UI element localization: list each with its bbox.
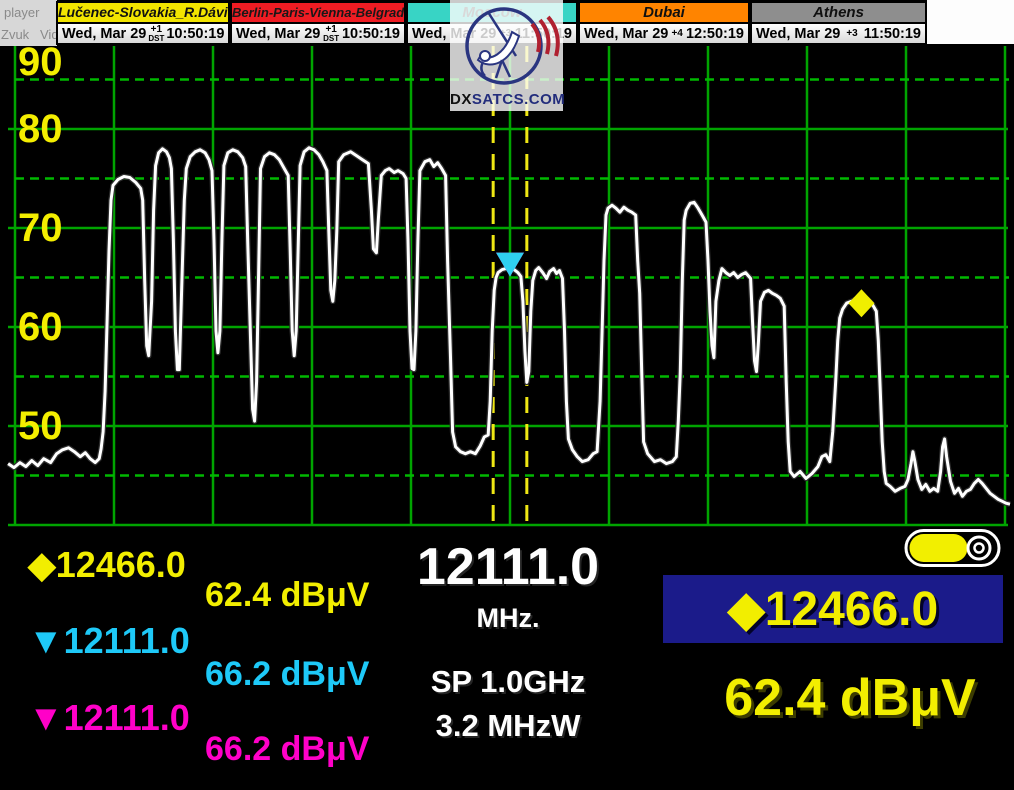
meter-screen: 90 80 70 60 50 player Zvuk Vid Lučenec-Slova… xyxy=(0,0,1014,790)
center-frequency-block: 12111.0 MHz. SP 1.0GHz 3.2 MHzW xyxy=(400,540,616,744)
clock-city: Dubai xyxy=(580,3,748,24)
clock-utc-offset: +4 xyxy=(671,29,682,39)
span-setting: SP 1.0GHz xyxy=(400,664,616,700)
clock-date: Wed, Mar 29 xyxy=(236,26,320,42)
clock-panel-berlin: Berlin-Paris-Vienna-Belgrade Wed, Mar 29… xyxy=(230,1,406,45)
clock-utc-offset: +1DST xyxy=(148,25,164,43)
battery-icon xyxy=(903,527,1003,569)
clock-panel-athens: Athens Wed, Mar 29 +3 11:50:19 xyxy=(750,1,927,45)
triangle-marker-icon: ▼ xyxy=(28,620,64,661)
triangle-marker-icon: ▼ xyxy=(28,697,64,738)
clock-city: Athens xyxy=(752,3,925,24)
diamond-marker-icon xyxy=(848,289,874,317)
clock-utc-offset: +3 xyxy=(846,29,857,39)
bandwidth-setting: 3.2 MHzW xyxy=(400,708,616,744)
active-marker-level: 62.4 dBμV xyxy=(680,668,1014,728)
frequency-unit: MHz. xyxy=(400,603,616,634)
clock-utc-offset: +1DST xyxy=(323,25,339,43)
marker2-level-readout: 66.2 dBμV xyxy=(205,655,369,694)
marker3-freq-readout: ▼12111.0 xyxy=(28,697,190,739)
clock-panel-dubai: Dubai Wed, Mar 29 +4 12:50:19 xyxy=(578,1,750,45)
active-marker-freq: ◆12466.0 xyxy=(728,581,938,637)
y-axis-label: 90 xyxy=(18,40,63,84)
y-axis-label: 80 xyxy=(18,107,63,151)
marker1-level-readout: 62.4 dBμV xyxy=(205,576,369,615)
active-marker-box: ◆12466.0 xyxy=(663,575,1003,643)
diamond-marker-icon: ◆ xyxy=(728,583,765,636)
marker2-freq-readout: ▼12111.0 xyxy=(28,620,190,662)
y-axis-label: 60 xyxy=(18,305,63,349)
clock-time: 10:50:19 xyxy=(166,26,224,42)
clock-city: Berlin-Paris-Vienna-Belgrade xyxy=(232,3,404,24)
clock-date: Wed, Mar 29 xyxy=(62,26,146,42)
y-axis-label: 50 xyxy=(18,404,63,448)
satellite-dish-icon xyxy=(450,0,563,90)
clock-panel-lucenec: Lučenec-Slovakia_R.Dávid Wed, Mar 29 +1D… xyxy=(56,1,230,45)
clock-time: 11:50:19 xyxy=(864,26,921,42)
marker3-level-readout: 66.2 dBμV xyxy=(205,730,369,769)
player-menu-area: player Zvuk Vid xyxy=(0,0,57,46)
menu-item-player[interactable]: player xyxy=(4,5,39,20)
marker1-freq-readout: ◆12466.0 xyxy=(28,544,186,586)
y-axis-label: 70 xyxy=(18,206,63,250)
battery-indicator xyxy=(903,527,1003,574)
clock-time: 12:50:19 xyxy=(686,26,744,42)
logo-text: DXSATCS.COM xyxy=(450,91,563,108)
clock-city: Lučenec-Slovakia_R.Dávid xyxy=(58,3,228,24)
menu-item-zvuk[interactable]: Zvuk xyxy=(1,27,29,42)
dxsatcs-logo: DXSATCS.COM xyxy=(450,0,563,111)
clock-date: Wed, Mar 29 xyxy=(756,26,840,42)
center-frequency: 12111.0 xyxy=(400,540,616,595)
clock-bar-spacer xyxy=(927,0,1014,44)
clock-time: 10:50:19 xyxy=(342,26,400,42)
clock-date: Wed, Mar 29 xyxy=(584,26,668,42)
diamond-marker-icon: ◆ xyxy=(28,544,56,585)
